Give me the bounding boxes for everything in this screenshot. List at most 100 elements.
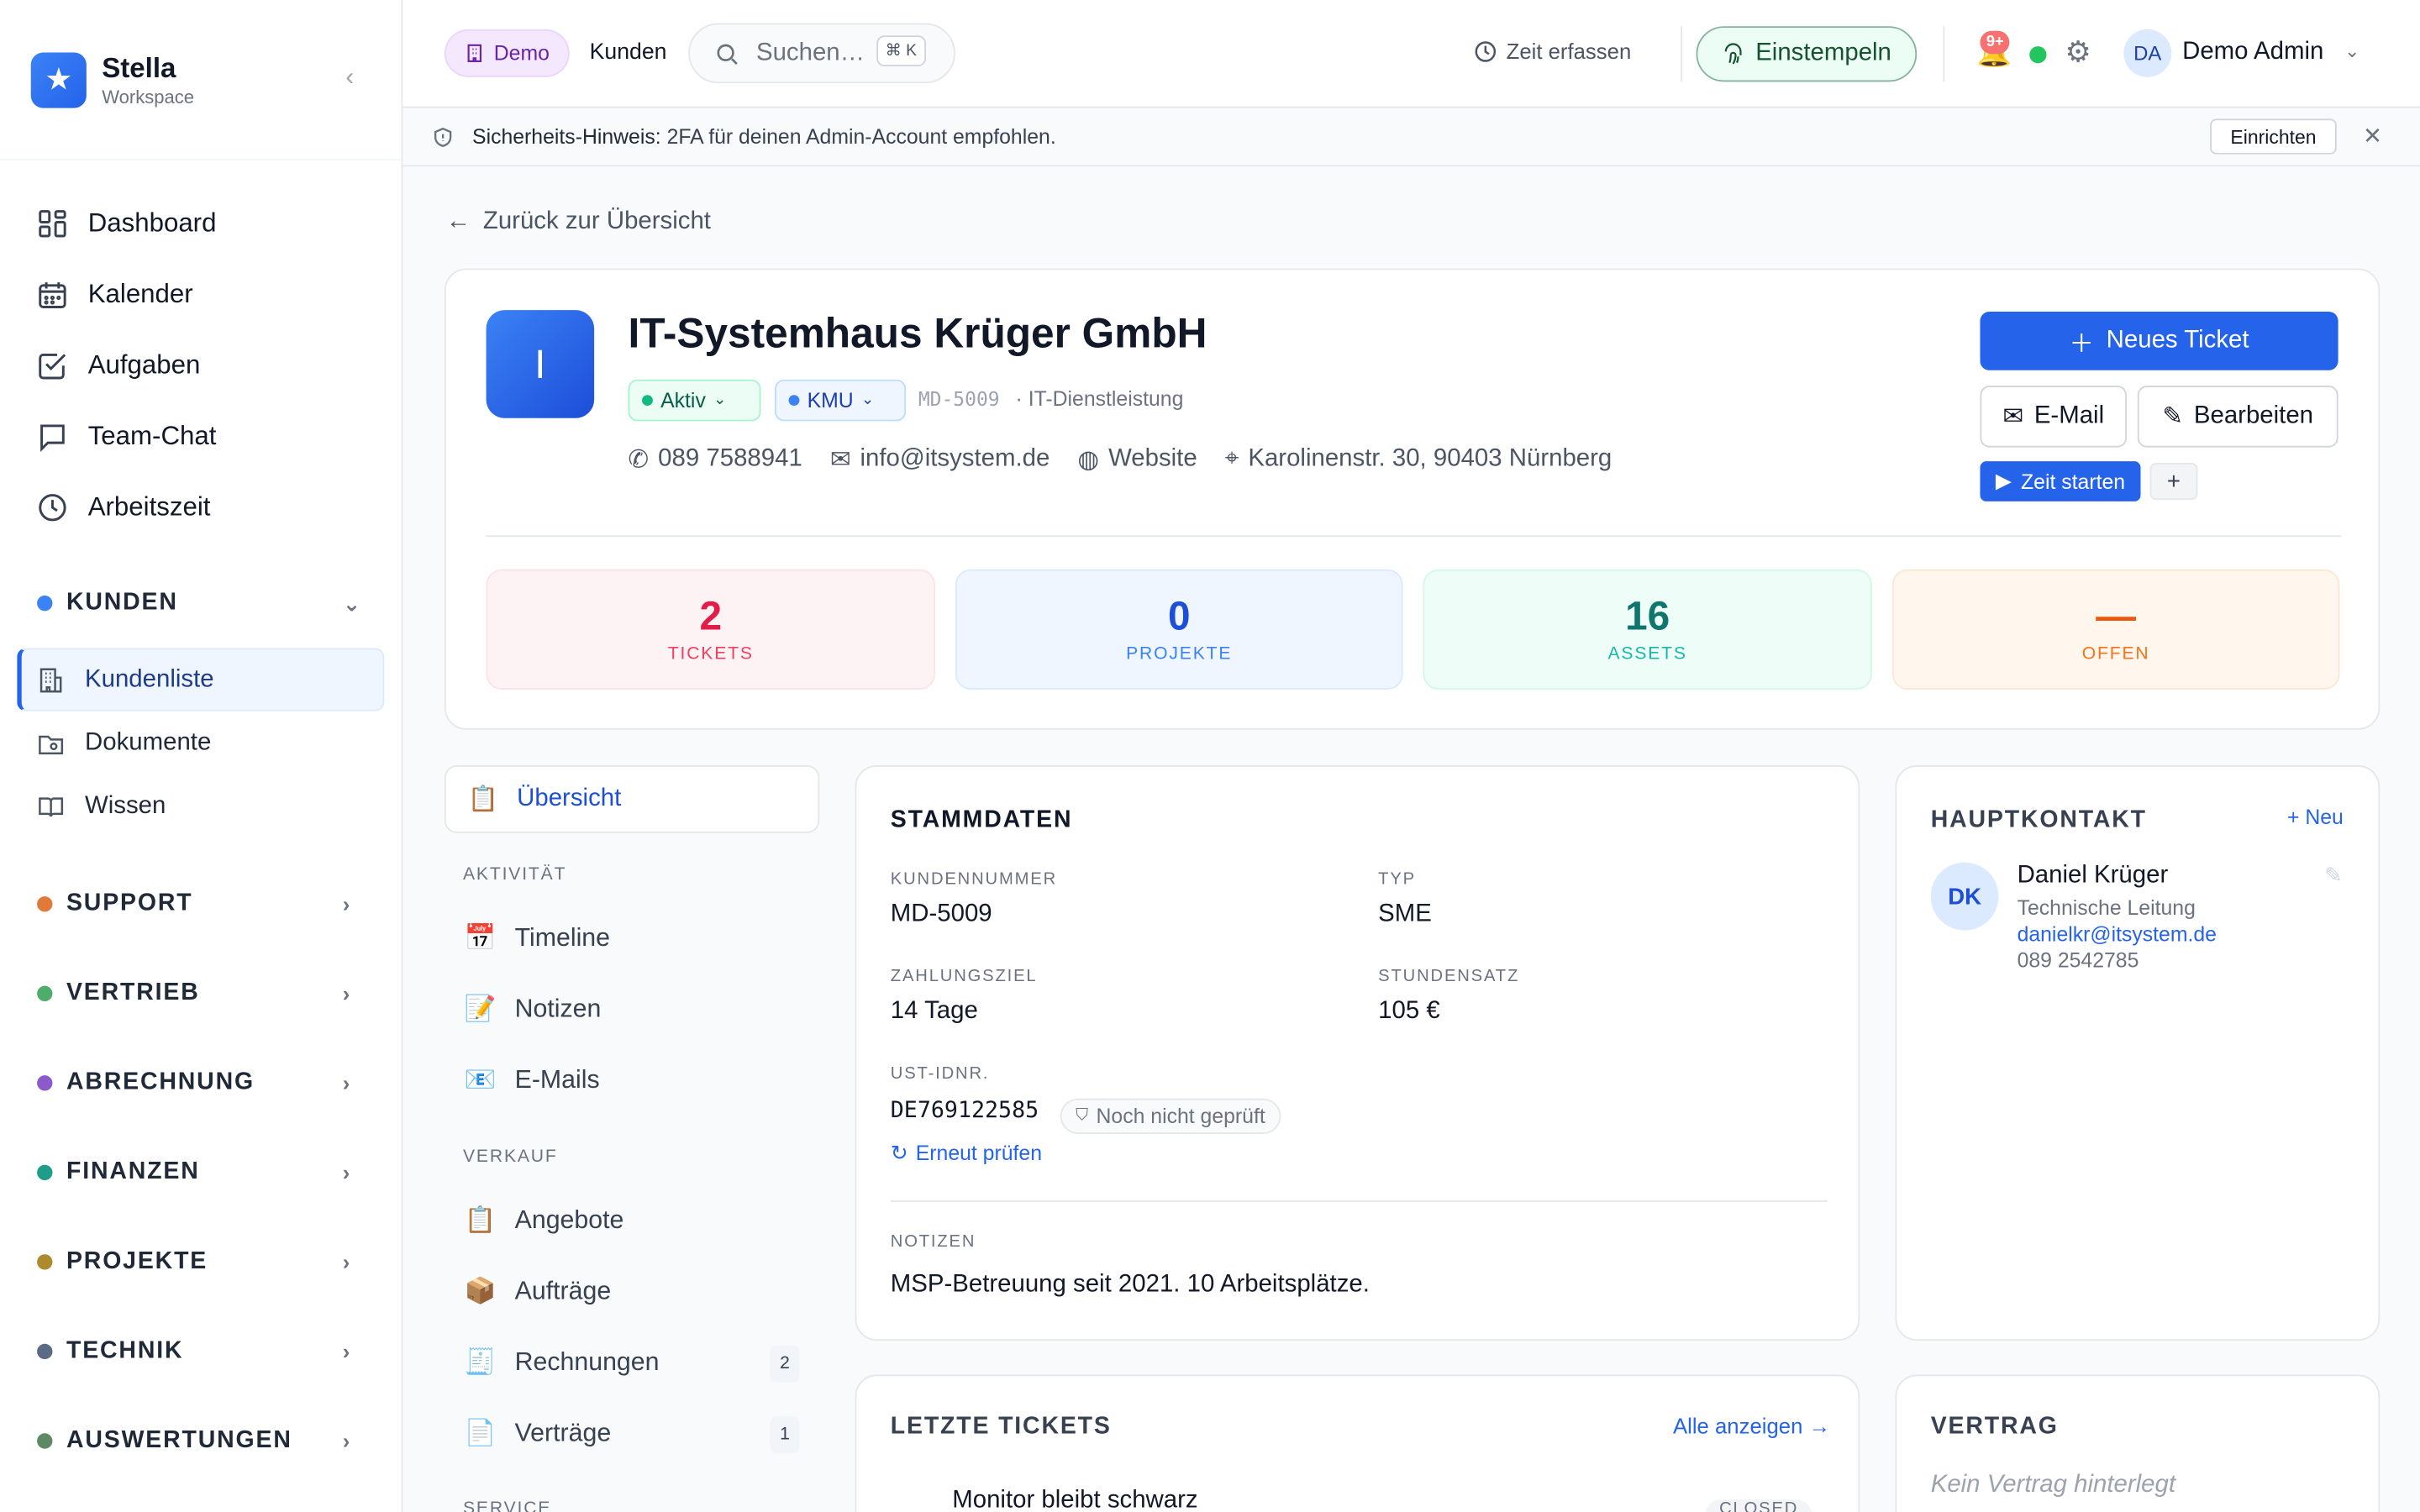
section-finanzen[interactable]: FINANZEN › [0,1128,402,1218]
avatar[interactable]: DA [2123,29,2172,77]
website-link[interactable]: ◍ Website [1077,444,1197,475]
segment-dropdown[interactable]: KMU ⌄ [775,379,907,422]
stat-assets[interactable]: 16 ASSETS [1423,569,1872,690]
section-dot [37,1433,53,1449]
stat-value: 16 [1625,592,1670,639]
customer-avatar: I [486,310,595,418]
nav-label: Team-Chat [87,421,217,451]
phone-icon: ✆ [628,447,650,474]
section-vertrieb[interactable]: VERTRIEB › [0,949,402,1039]
field-label: STUNDENSATZ [1378,967,1520,986]
nav-dashboard[interactable]: Dashboard [0,188,402,259]
field-label: TYP [1378,869,1416,889]
tab-timeline[interactable]: 📅 Timeline [445,902,819,973]
add-more-button[interactable]: + [2149,463,2198,501]
section-label: AUSWERTUNGEN [66,1426,292,1454]
sidebar-item-dokumente[interactable]: Dokumente [17,711,384,774]
nav-arbeitszeit[interactable]: Arbeitszeit [0,472,402,543]
clock-icon [1475,40,1497,61]
field-value: MD-5009 [890,900,992,927]
address-value: Karolinenstr. 30, 90403 Nürnberg [1248,445,1612,473]
stat-label: ASSETS [1607,644,1687,664]
tab-group-label: VERKAUF [463,1147,558,1167]
tab-vertraege[interactable]: 📄 Verträge 1 [445,1398,819,1468]
phone-link[interactable]: ✆ 089 7588941 [629,444,802,475]
section-label: KUNDEN [66,589,178,616]
section-abrechnung[interactable]: ABRECHNUNG › [0,1038,402,1128]
new-ticket-label: Neues Ticket [2106,327,2249,354]
security-notice: Sicherheits-Hinweis: 2FA für deinen Admi… [402,108,2420,167]
fingerprint-icon [1725,43,1743,65]
gear-icon[interactable]: ⚙ [2065,35,2091,71]
dashboard-icon [39,210,66,238]
brand-sub: Workspace [102,85,195,108]
tab-uebersicht[interactable]: 📋 Übersicht [444,765,820,833]
edit-button[interactable]: ✎ Bearbeiten [2137,386,2338,448]
stat-value: — [2096,592,2136,639]
einstempeln-button[interactable]: Einstempeln [1696,26,1918,82]
tab-auftraege[interactable]: 📦 Aufträge [445,1256,819,1326]
section-technik[interactable]: TECHNIK › [0,1307,402,1397]
section-projekte[interactable]: PROJEKTE › [0,1217,402,1307]
nav-team-chat[interactable]: Team-Chat [0,402,402,472]
einrichten-button[interactable]: Einrichten [2210,118,2337,155]
stat-projekte[interactable]: 0 PROJEKTE [955,569,1403,690]
new-contact-link[interactable]: + Neu [2287,806,2344,829]
tab-label: Aufträge [514,1276,612,1305]
notification-badge: 9+ [1980,30,2011,55]
close-icon[interactable]: ✕ [2363,122,2382,150]
start-timer-button[interactable]: ▶ Zeit starten [1980,461,2141,501]
tab-group-label: AKTIVITÄT [463,865,567,885]
section-dot [37,1343,53,1360]
play-icon: ▶ [1995,469,2012,492]
stat-tickets[interactable]: 2 TICKETS [486,569,936,690]
shield-icon [434,127,452,147]
breadcrumb-kunden[interactable]: Kunden [590,40,667,65]
zeit-erfassen-button[interactable]: Zeit erfassen [1474,39,1631,63]
email-icon: 📧 [464,1065,497,1094]
stat-offen[interactable]: — OFFEN [1891,569,2340,690]
section-support[interactable]: SUPPORT › [0,859,402,949]
status-badge: CLOSED [1705,1499,1812,1512]
tab-label: Verträge [514,1418,612,1446]
folder-icon [39,734,64,754]
ticket-title[interactable]: Monitor bleibt schwarz [952,1488,1197,1512]
arrow-left-icon: ← [445,207,471,235]
show-all-link[interactable]: Alle anzeigen → [1673,1413,1830,1437]
section-dot [37,985,53,1002]
mail-icon: ✉ [2002,404,2023,431]
nav-kalender[interactable]: Kalender [0,260,402,330]
search-input[interactable]: Suchen… ⌘ K [688,23,955,84]
back-link[interactable]: ← Zurück zur Übersicht [446,208,711,236]
section-kunden[interactable]: KUNDEN ⌄ [0,559,402,648]
tab-emails[interactable]: 📧 E-Mails [445,1044,819,1115]
vat-status-label: Noch nicht geprüft [1096,1105,1265,1128]
sidebar-item-wissen[interactable]: Wissen [17,774,384,837]
mail-icon: ✉ [829,447,851,474]
edit-icon[interactable]: ✎ [2324,863,2343,889]
chevron-down-icon[interactable]: ⌄ [2344,40,2360,62]
search-icon [717,43,738,65]
new-ticket-button[interactable]: ＋ Neues Ticket [1980,312,2338,370]
tab-rechnungen[interactable]: 🧾 Rechnungen 2 [445,1327,819,1398]
nav-aufgaben[interactable]: Aufgaben [0,330,402,401]
recheck-vat-link[interactable]: ↻ Erneut prüfen [891,1142,1042,1166]
section-auswertungen[interactable]: AUSWERTUNGEN › [0,1396,402,1486]
status-dropdown[interactable]: Aktiv ⌄ [628,379,761,422]
email-link[interactable]: ✉ info@itsystem.de [830,444,1050,475]
nav-label: Arbeitszeit [87,491,211,522]
segment-dot [788,395,800,407]
tab-angebote[interactable]: 📋 Angebote [445,1185,819,1256]
chevron-left-icon[interactable]: ‹ [345,65,354,92]
demo-badge[interactable]: Demo [444,29,570,77]
email-button[interactable]: ✉ E-Mail [1980,386,2127,448]
tab-notizen[interactable]: 📝 Notizen [445,974,819,1044]
address-link[interactable]: ⌖ Karolinenstr. 30, 90403 Nürnberg [1225,444,1612,475]
divider [1681,26,1683,82]
sidebar-item-kundenliste[interactable]: Kundenliste [17,648,385,711]
stammdaten-card: STAMMDATEN KUNDENNUMMER MD-5009 TYP SME … [855,765,1860,1341]
contact-email-link[interactable]: danielkr@itsystem.de [2018,922,2217,946]
stat-label: PROJEKTE [1126,644,1233,664]
section-dot [37,1254,53,1270]
user-name[interactable]: Demo Admin [2182,39,2323,66]
